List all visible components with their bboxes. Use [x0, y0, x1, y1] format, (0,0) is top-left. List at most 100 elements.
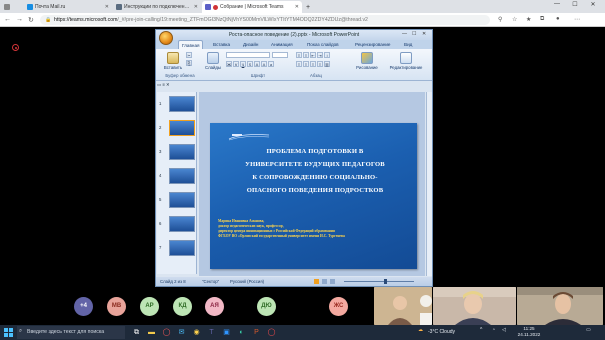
task-view-icon[interactable]: ⧉: [131, 327, 142, 338]
slide-thumbnails-pane[interactable]: 1 2 3 4 5 6 7: [157, 92, 197, 274]
drawing-button[interactable]: Рисование: [352, 52, 382, 70]
taskbar-search-input[interactable]: Введите здесь текст для поиска: [17, 326, 125, 339]
participant-video-tile[interactable]: [517, 287, 603, 325]
ribbon-tab-review[interactable]: Рецензирование: [352, 40, 393, 49]
more-participants-avatar[interactable]: +4: [74, 297, 93, 316]
italic-button[interactable]: К: [233, 61, 239, 67]
network-icon[interactable]: ◔: [492, 327, 495, 333]
align-right-button[interactable]: ≡: [310, 61, 316, 67]
justify-button[interactable]: ≡: [317, 61, 323, 67]
language-indicator[interactable]: Русский (Россия): [230, 277, 264, 286]
slide-thumbnail[interactable]: [169, 96, 195, 112]
favorites-icon[interactable]: ★: [526, 16, 531, 23]
slide-thumbnail[interactable]: [169, 168, 195, 184]
participant-avatar[interactable]: КД: [173, 297, 192, 316]
font-color-button[interactable]: A: [254, 61, 260, 67]
align-left-button[interactable]: ≡: [296, 61, 302, 67]
weather-icon[interactable]: ☁: [418, 327, 423, 333]
ppt-minimize-button[interactable]: —: [402, 31, 407, 37]
back-icon[interactable]: ←: [4, 16, 11, 23]
participant-video-tile[interactable]: [374, 287, 432, 325]
strikethrough-button[interactable]: S: [247, 61, 253, 67]
ppt-close-button[interactable]: ✕: [422, 31, 426, 37]
tab-mail[interactable]: Почта Mail.ru ✕: [24, 1, 112, 13]
copy-icon[interactable]: ⎘: [186, 60, 192, 66]
address-input[interactable]: https://teams.microsoft.com/_#/pre-join-…: [40, 15, 490, 25]
ribbon-tab-animation[interactable]: Анимация: [268, 40, 296, 49]
tab-close-icon[interactable]: ✕: [295, 4, 299, 10]
clock[interactable]: 11:25 24.11.2022: [514, 326, 544, 338]
new-tab-button[interactable]: +: [303, 1, 313, 13]
bullets-button[interactable]: ≡: [296, 52, 302, 58]
tray-overflow-icon[interactable]: ^: [480, 327, 482, 333]
ribbon-tab-home[interactable]: Главная: [178, 40, 204, 49]
underline-button[interactable]: Ч: [240, 61, 246, 67]
font-name-select[interactable]: [226, 52, 270, 58]
volume-icon[interactable]: ◁: [502, 327, 506, 333]
profile-icon[interactable]: ●: [556, 16, 560, 22]
shrink-font-button[interactable]: a: [268, 61, 274, 67]
minimize-button[interactable]: —: [550, 1, 564, 7]
tab-close-icon[interactable]: ✕: [194, 4, 198, 10]
tab-close-icon[interactable]: ✕: [105, 4, 109, 10]
opera-icon[interactable]: ◯: [161, 327, 172, 338]
ribbon-tab-slideshow[interactable]: Показ слайдов: [304, 40, 342, 49]
cut-icon[interactable]: ✂: [186, 52, 192, 58]
mail-icon[interactable]: ✉: [176, 327, 187, 338]
participant-avatar[interactable]: АР: [140, 297, 159, 316]
bold-button[interactable]: Ж: [226, 61, 232, 67]
participant-avatar[interactable]: ДЮ: [257, 297, 276, 316]
slide-thumbnail[interactable]: [169, 192, 195, 208]
bookmark-icon[interactable]: ☆: [512, 16, 517, 23]
weather-text[interactable]: -3°C Cloudy: [428, 329, 455, 335]
ribbon-tab-view[interactable]: Вид: [401, 40, 415, 49]
close-window-button[interactable]: ✕: [586, 1, 600, 8]
collections-icon[interactable]: ⧉: [540, 16, 544, 23]
tab-instructions[interactable]: Инструкции по подключению - ✕: [113, 1, 201, 13]
participant-avatar[interactable]: АЯ: [205, 297, 224, 316]
columns-button[interactable]: ▥: [324, 61, 330, 67]
more-menu-icon[interactable]: ⋯: [574, 16, 580, 23]
participant-video-tile[interactable]: [433, 287, 516, 325]
lock-icon[interactable]: 🔒: [45, 17, 51, 23]
office-button-icon[interactable]: [159, 31, 173, 45]
tab-actions[interactable]: [1, 1, 23, 13]
sorter-view-icon[interactable]: [322, 279, 327, 284]
slides-button[interactable]: Слайды: [202, 52, 224, 70]
current-slide[interactable]: ПРОБЛЕМА ПОДГОТОВКИ В УНИВЕРСИТЕТЕ БУДУЩ…: [210, 123, 417, 269]
ribbon-tab-design[interactable]: Дизайн: [240, 40, 261, 49]
slide-thumbnail[interactable]: [169, 144, 195, 160]
decrease-indent-button[interactable]: ⇤: [310, 52, 316, 58]
slideshow-view-icon[interactable]: [330, 279, 335, 284]
edge-icon[interactable]: ◐: [236, 327, 247, 338]
ribbon-tab-insert[interactable]: Вставка: [210, 40, 233, 49]
yandex-browser-icon[interactable]: ◉: [191, 327, 202, 338]
windows-start-icon[interactable]: [4, 328, 13, 337]
powerpoint-icon[interactable]: P: [251, 327, 262, 338]
vertical-scrollbar[interactable]: [426, 92, 432, 276]
ppt-maximize-button[interactable]: ☐: [412, 31, 416, 37]
notifications-icon[interactable]: ▭: [586, 327, 591, 333]
line-spacing-button[interactable]: ↕: [324, 52, 330, 58]
font-size-select[interactable]: [272, 52, 288, 58]
teams-icon[interactable]: T: [206, 327, 217, 338]
file-explorer-icon[interactable]: ▬: [146, 327, 157, 338]
participant-avatar[interactable]: МВ: [107, 297, 126, 316]
extensions-icon[interactable]: ⚲: [498, 16, 502, 23]
tab-teams-meeting[interactable]: Собрание | Microsoft Teams ✕: [202, 1, 302, 13]
store-icon[interactable]: ▣: [221, 327, 232, 338]
slide-thumbnail[interactable]: [169, 120, 195, 136]
align-center-button[interactable]: ≡: [303, 61, 309, 67]
zoom-slider[interactable]: [344, 281, 414, 282]
numbering-button[interactable]: ≡: [303, 52, 309, 58]
increase-indent-button[interactable]: ⇥: [317, 52, 323, 58]
shared-powerpoint-window[interactable]: Роста-опасное поведение (2).pptx - Micro…: [155, 29, 433, 287]
opera-gx-icon[interactable]: ◯: [266, 327, 277, 338]
forward-icon[interactable]: →: [16, 16, 23, 23]
participant-avatar[interactable]: ЖС: [329, 297, 348, 316]
paste-button[interactable]: Вставить: [162, 52, 184, 70]
editing-button[interactable]: Редактирование: [384, 52, 428, 70]
outline-tabs[interactable]: ▭ ≡ ✕: [157, 82, 197, 89]
maximize-button[interactable]: ☐: [568, 1, 582, 8]
slide-thumbnail[interactable]: [169, 240, 195, 256]
